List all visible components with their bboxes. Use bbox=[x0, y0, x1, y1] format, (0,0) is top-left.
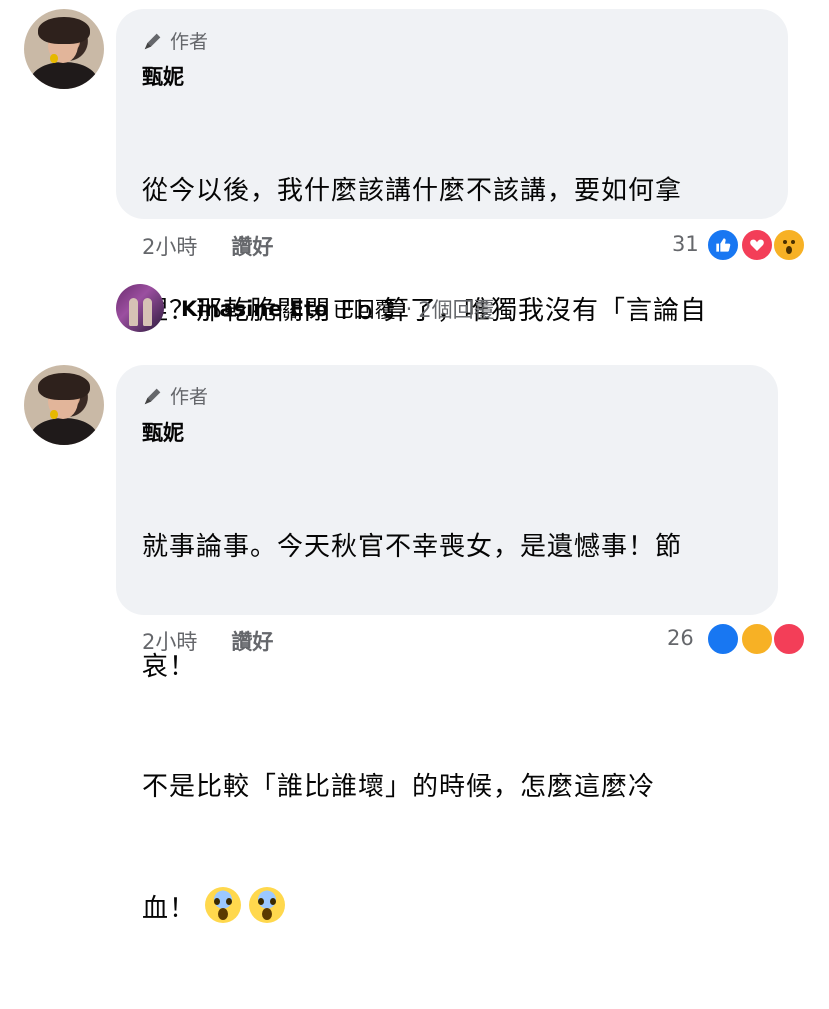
like-button[interactable]: 讚好 bbox=[231, 231, 273, 261]
comment-line: 血！ bbox=[142, 887, 682, 929]
author-avatar[interactable] bbox=[24, 9, 104, 89]
comment-bubble: 作者 甄妮 就事論事。今天秋官不幸喪女，是遺憾事！節 哀！ 不是比較「誰比誰壞」… bbox=[116, 365, 778, 924]
view-replies-link[interactable]: Kinasine Eto 已回覆 · 2個回覆 bbox=[181, 294, 495, 324]
comment-line: 從今以後，我什麼該講什麼不該講，要如何拿 bbox=[142, 176, 683, 206]
author-badge: 作者 bbox=[142, 382, 208, 409]
comment-meta: 2小時 讚好 bbox=[142, 626, 273, 656]
love-icon[interactable] bbox=[740, 228, 774, 262]
like-icon[interactable] bbox=[706, 622, 740, 656]
like-icon[interactable] bbox=[706, 228, 740, 262]
face-screaming-in-fear-icon bbox=[205, 887, 242, 923]
reaction-count[interactable]: 26 bbox=[667, 626, 694, 650]
comment-line: 就事論事。今天秋官不幸喪女，是遺憾事！節 bbox=[142, 532, 683, 562]
comment-time[interactable]: 2小時 bbox=[142, 231, 197, 261]
author-badge-label: 作者 bbox=[170, 386, 209, 408]
author-badge-label: 作者 bbox=[170, 31, 209, 53]
reaction-count[interactable]: 31 bbox=[672, 232, 699, 256]
pen-icon bbox=[144, 33, 161, 49]
author-badge: 作者 bbox=[142, 27, 208, 54]
comment-bubble: 作者 甄妮 從今以後，我什麼該講什麼不該講，要如何拿 捏？那乾脆關閉 Fb 算了… bbox=[116, 9, 788, 453]
like-button[interactable]: 讚好 bbox=[231, 626, 273, 656]
love-icon[interactable] bbox=[772, 622, 806, 656]
commenter-name[interactable]: 甄妮 bbox=[142, 61, 184, 91]
author-avatar[interactable] bbox=[24, 365, 104, 445]
comment-time[interactable]: 2小時 bbox=[142, 626, 197, 656]
wow-icon[interactable] bbox=[772, 228, 806, 262]
comment-meta: 2小時 讚好 bbox=[142, 231, 273, 261]
separator: · bbox=[405, 297, 413, 321]
face-screaming-in-fear-icon bbox=[249, 887, 286, 923]
comment-line-text: 血！ bbox=[142, 894, 197, 924]
commenter-name[interactable]: 甄妮 bbox=[142, 417, 184, 447]
replier-name[interactable]: Kinasine Eto bbox=[181, 297, 329, 321]
wow-icon[interactable] bbox=[740, 622, 774, 656]
replier-avatar[interactable] bbox=[116, 284, 164, 332]
comment-line: 不是比較「誰比誰壞」的時候，怎麼這麼冷 bbox=[142, 772, 656, 802]
comment-text: 就事論事。今天秋官不幸喪女，是遺憾事！節 哀！ 不是比較「誰比誰壞」的時候，怎麼… bbox=[142, 447, 682, 1009]
replied-label: 已回覆 bbox=[332, 298, 396, 322]
reply-count[interactable]: 2個回覆 bbox=[418, 294, 494, 324]
pen-icon bbox=[144, 388, 161, 404]
